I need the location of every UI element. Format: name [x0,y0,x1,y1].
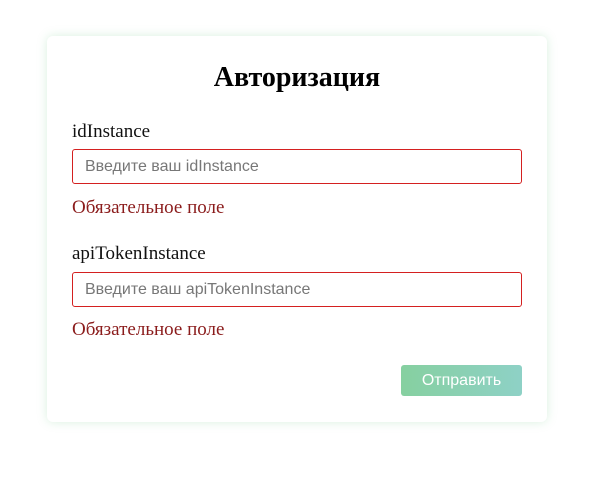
id-instance-input[interactable] [72,149,522,184]
id-instance-label: idInstance [72,121,151,142]
auth-card: Авторизация idInstance Обязательное поле… [47,36,547,422]
submit-button[interactable]: Отправить [401,365,522,396]
id-instance-error: Обязательное поле [72,197,225,218]
api-token-error: Обязательное поле [72,319,225,340]
api-token-label: apiTokenInstance [72,243,206,264]
api-token-input[interactable] [72,272,522,307]
form-title: Авторизация [213,62,381,93]
